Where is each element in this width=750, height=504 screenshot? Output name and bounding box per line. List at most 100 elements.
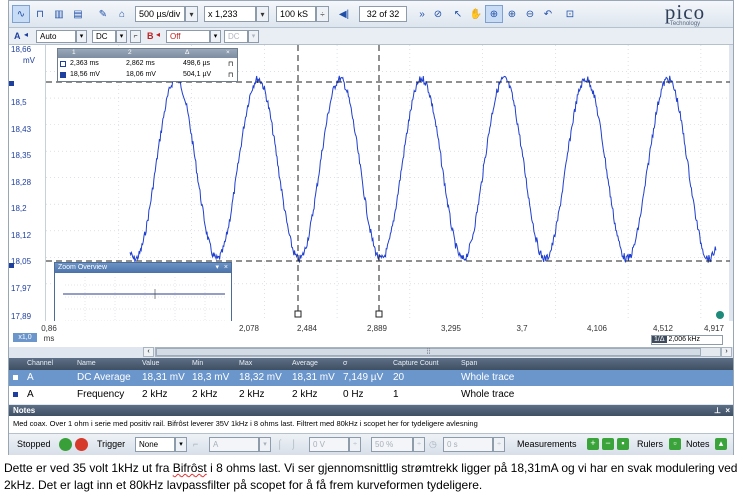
samples-field[interactable]: 100 kS	[276, 6, 316, 22]
x-tick: 3,7	[516, 324, 528, 333]
start-icon[interactable]	[59, 438, 72, 451]
ruler-col-header: Δ	[185, 49, 190, 56]
channel-b-probe-icon[interactable]: ◂	[156, 30, 160, 39]
channel-a-probe-icon[interactable]: ◂	[24, 30, 28, 39]
table-header: Name	[77, 360, 96, 367]
hand-icon[interactable]: ✋	[467, 5, 485, 23]
y-tick: 17,97	[11, 284, 32, 293]
zoom-dropdown-icon[interactable]: ▾	[256, 6, 269, 22]
x-tick: 2,889	[366, 324, 388, 333]
add-measurement-icon[interactable]: +	[587, 438, 599, 450]
ruler-time-delta: 498,6 µs	[183, 60, 210, 67]
channel-a-coupling-dropdown-icon[interactable]: ▾	[116, 30, 127, 43]
y-axis-unit: mV	[23, 56, 35, 65]
x-tick: 4,917	[703, 324, 725, 333]
timebase-dropdown-icon[interactable]: ▾	[185, 6, 198, 22]
ruler-time-1: 2,363 ms	[70, 60, 99, 67]
y-ruler-marker[interactable]	[9, 263, 14, 268]
ruler-volt-2: 18,06 mV	[126, 71, 156, 78]
timebase-select[interactable]: 500 µs/div	[135, 6, 185, 22]
y-ruler-marker[interactable]	[9, 81, 14, 86]
table-row[interactable]: A DC Average 18,31 mV 18,3 mV 18,32 mV 1…	[9, 370, 733, 386]
tools-icon[interactable]: ✎	[94, 5, 112, 23]
trigger-mode-select[interactable]: None	[135, 437, 175, 452]
x-axis-unit: ms	[43, 334, 55, 343]
pointer-icon[interactable]: ↖	[449, 5, 467, 23]
buffer-navigator-icon[interactable]: ⊘	[429, 5, 447, 23]
notes-text[interactable]: Med coax. Over 1 ohm i serie med positiv…	[9, 416, 733, 431]
ruler-legend[interactable]: 1 2 Δ × 2,363 ms 2,862 ms 498,6 µs ⊓ 18,…	[57, 48, 238, 82]
time-ruler-handle	[294, 310, 302, 318]
channel-b-range[interactable]: Off	[166, 30, 210, 43]
trigger-mode-dropdown-icon[interactable]: ▾	[175, 437, 187, 452]
table-row[interactable]: A Frequency 2 kHz 2 kHz 2 kHz 2 kHz 0 Hz…	[9, 387, 733, 403]
zoom-field[interactable]: x 1,233	[204, 6, 256, 22]
trigger-channel-select[interactable]: A	[209, 437, 259, 452]
cell-span: Whole trace	[461, 372, 515, 383]
lock-icon[interactable]: ⊓	[228, 60, 233, 68]
y-tick: 18,5	[11, 98, 27, 107]
horizontal-scrollbar[interactable]: ⁞⁞	[155, 347, 721, 357]
stop-icon[interactable]	[75, 438, 88, 451]
trigger-level-spinner-icon[interactable]: ÷	[349, 437, 361, 452]
falling-edge-icon[interactable]: ⌡	[291, 439, 296, 449]
scroll-thumb[interactable]: ⁞⁞	[156, 348, 701, 356]
undo-zoom-icon[interactable]: ↶	[539, 5, 557, 23]
channel-a-options-icon[interactable]: ⌐	[130, 30, 141, 43]
channel-a-coupling[interactable]: DC	[92, 30, 116, 43]
zoom-out-icon[interactable]: ⊖	[521, 5, 539, 23]
scroll-left-icon[interactable]: ‹	[143, 347, 154, 357]
remove-measurement-icon[interactable]: −	[602, 438, 614, 450]
ruler-close-icon[interactable]: ×	[226, 49, 230, 56]
table-header: Capture Count	[393, 360, 439, 367]
channel-a-label: A	[14, 31, 21, 41]
trigger-delay-spinner-icon[interactable]: ÷	[493, 437, 505, 452]
scroll-right-icon[interactable]: ›	[721, 347, 732, 357]
scope-mode-icon[interactable]: ∿	[12, 5, 30, 23]
home-icon[interactable]: ⌂	[113, 5, 131, 23]
zoom-in-icon[interactable]: ⊕	[503, 5, 521, 23]
notes-icon[interactable]: ▴	[715, 438, 727, 450]
trigger-options-icon[interactable]: ⌐	[193, 439, 198, 449]
acquisition-state: Stopped	[17, 439, 51, 449]
rulers-label: Rulers	[637, 439, 664, 449]
lock-icon[interactable]: ⊓	[228, 71, 233, 79]
x-scale-badge[interactable]: x1,0	[13, 333, 37, 342]
channel-a-range[interactable]: Auto	[36, 30, 76, 43]
close-icon[interactable]: ×	[224, 263, 228, 273]
trigger-channel-dropdown-icon[interactable]: ▾	[259, 437, 271, 452]
x-tick: 0,86	[41, 324, 57, 333]
spectrum-mode-icon[interactable]: ▥	[50, 5, 68, 23]
pin-icon[interactable]: ▾	[215, 263, 219, 273]
zoom-fit-icon[interactable]: ⊡	[561, 5, 579, 23]
persistence-mode-icon[interactable]: ⊓	[31, 5, 49, 23]
edit-measurement-icon[interactable]: ▪	[617, 438, 629, 450]
table-header: Span	[461, 360, 478, 367]
pretrigger-spinner-icon[interactable]: ÷	[413, 437, 425, 452]
channel-b-range-dropdown-icon[interactable]: ▾	[210, 30, 221, 43]
close-icon[interactable]: ×	[725, 405, 730, 416]
buffer-first-icon[interactable]: ◀|	[335, 5, 353, 23]
pin-icon[interactable]: ⊥	[714, 405, 721, 416]
zoom-area-icon[interactable]: ⊕	[485, 5, 503, 23]
trigger-label: Trigger	[97, 439, 126, 449]
trigger-delay-field[interactable]: 0 s	[443, 437, 493, 452]
samples-spinner-icon[interactable]: ÷	[316, 6, 329, 22]
cell-name: Frequency	[77, 389, 125, 400]
rising-edge-icon[interactable]: ⌠	[277, 439, 282, 449]
table-header: Min	[192, 360, 204, 367]
cell-channel: A	[27, 372, 34, 383]
channel-b-coupling[interactable]: DC	[224, 30, 248, 43]
channel-b-coupling-dropdown-icon[interactable]: ▾	[248, 30, 259, 43]
cell-sigma: 7,149 µV	[343, 372, 384, 383]
channel-a-range-dropdown-icon[interactable]: ▾	[76, 30, 87, 43]
x-tick: 3,295	[440, 324, 462, 333]
trigger-level-field[interactable]: 0 V	[309, 437, 349, 452]
pretrigger-field[interactable]: 50 %	[371, 437, 413, 452]
notes-title: Notes	[13, 406, 36, 415]
view-options-icon[interactable]: ▤	[69, 5, 87, 23]
buffer-field[interactable]: 32 of 32	[359, 6, 407, 22]
cell-average: 2 kHz	[292, 389, 318, 400]
rulers-icon[interactable]: ▫	[669, 438, 681, 450]
y-tick: 18,66	[11, 45, 32, 54]
